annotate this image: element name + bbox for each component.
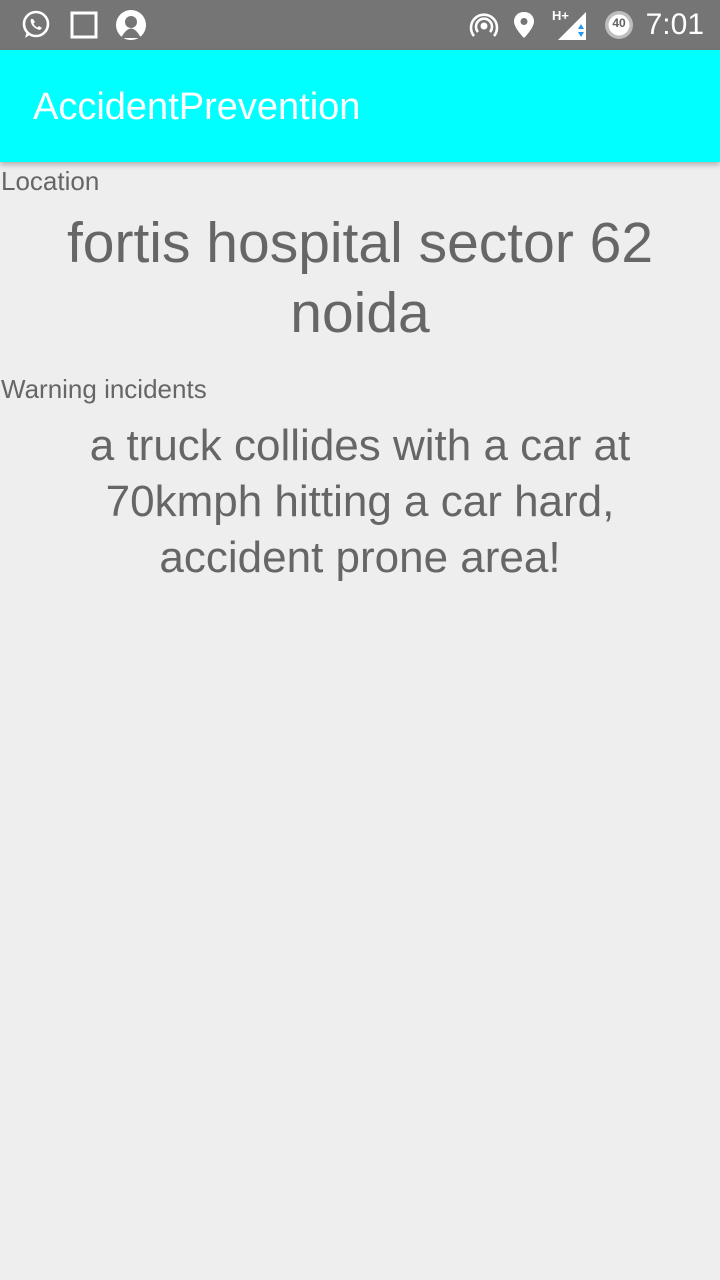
- warning-incidents-label: Warning incidents: [1, 374, 207, 404]
- location-pin-icon: [514, 12, 534, 38]
- square-notification-icon: [70, 11, 98, 39]
- hotspot-icon: [469, 13, 499, 37]
- location-label: Location: [1, 166, 100, 196]
- app-title: AccidentPrevention: [33, 86, 361, 128]
- app-bar: AccidentPrevention: [0, 50, 720, 162]
- battery-level-text: 40: [612, 16, 626, 30]
- app-notification-icon: [116, 10, 146, 40]
- whatsapp-icon: [22, 10, 50, 38]
- warning-incidents-value: a truck collides with a car at 70kmph hi…: [89, 421, 631, 582]
- signal-icon: [558, 12, 586, 40]
- status-time: 7:01: [645, 8, 704, 41]
- location-value: fortis hospital sector 62 noida: [66, 211, 654, 345]
- status-bar: H+ 40 7:01: [0, 0, 720, 50]
